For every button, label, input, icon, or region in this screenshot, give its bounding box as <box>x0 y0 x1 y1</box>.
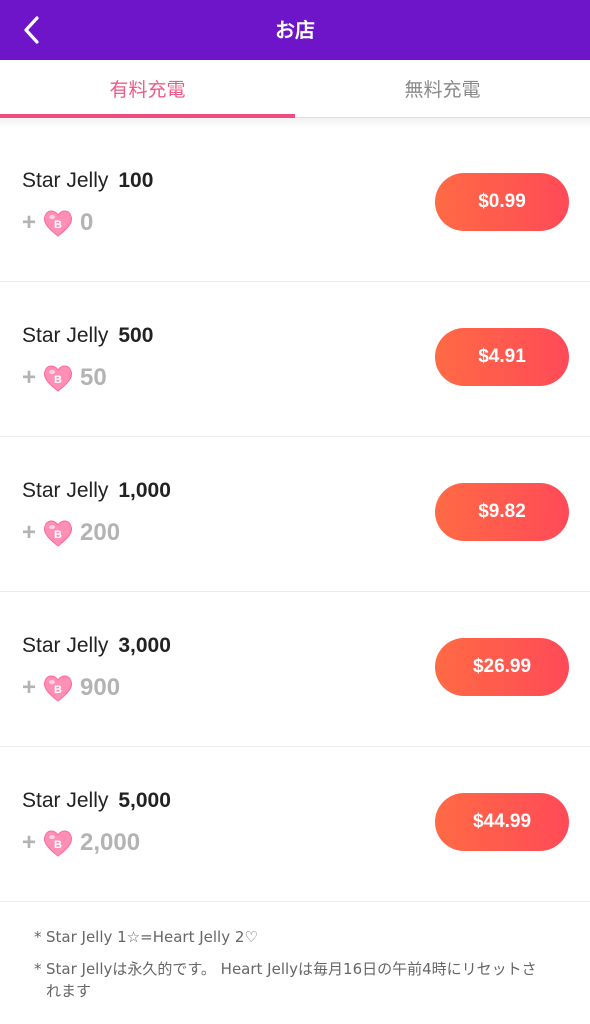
heart-icon-letter: B <box>54 529 62 541</box>
tab-paid-charge[interactable]: 有料充電 <box>0 60 295 118</box>
product-label: Star Jelly <box>22 789 109 812</box>
note-mark: * <box>34 960 42 978</box>
buy-button-500[interactable]: $4.91 <box>435 328 569 386</box>
heart-jelly-icon: B <box>44 365 73 392</box>
product-row-5000: Star Jelly 5,000 + B 2,000 $44.99 <box>0 747 590 902</box>
bonus-plus: + <box>22 519 37 546</box>
heart-icon-letter: B <box>54 219 62 231</box>
bonus-amount: 2,000 <box>80 829 141 856</box>
product-list: Star Jelly 100 + B 0 $0.99 Star Jelly 500 … <box>0 127 590 902</box>
product-amount: 5,000 <box>118 789 171 812</box>
bonus-info: + B 0 <box>22 207 93 239</box>
note-conversion: * Star Jelly 1☆=Heart Jelly 2♡ <box>34 926 550 948</box>
product-name: Star Jelly 3,000 <box>22 634 171 658</box>
notes-section: * Star Jelly 1☆=Heart Jelly 2♡ * Star Je… <box>0 902 590 1012</box>
product-name: Star Jelly 5,000 <box>22 789 171 813</box>
product-name: Star Jelly 100 <box>22 169 153 193</box>
tab-free-charge[interactable]: 無料充電 <box>295 60 590 118</box>
note-text: Star Jelly 1☆=Heart Jelly 2♡ <box>46 928 258 946</box>
product-label: Star Jelly <box>22 479 109 502</box>
bonus-plus: + <box>22 209 37 236</box>
heart-jelly-icon: B <box>44 210 73 237</box>
page-title: お店 <box>275 18 315 42</box>
bonus-info: + B 2,000 <box>22 827 140 859</box>
product-amount: 500 <box>118 324 154 347</box>
product-label: Star Jelly <box>22 169 109 192</box>
product-name: Star Jelly 500 <box>22 324 153 348</box>
bonus-amount: 50 <box>80 364 107 391</box>
app-header: お店 <box>0 0 590 60</box>
bonus-info: + B 900 <box>22 672 120 704</box>
product-name: Star Jelly 1,000 <box>22 479 171 503</box>
buy-button-5000[interactable]: $44.99 <box>435 793 569 851</box>
product-amount: 1,000 <box>118 479 171 502</box>
product-label: Star Jelly <box>22 634 109 657</box>
product-row-500: Star Jelly 500 + B 50 $4.91 <box>0 282 590 437</box>
bonus-plus: + <box>22 674 37 701</box>
product-amount: 100 <box>118 169 154 192</box>
heart-icon-letter: B <box>54 839 62 851</box>
buy-button-100[interactable]: $0.99 <box>435 173 569 231</box>
note-reset: * Star Jellyは永久的です。 Heart Jellyは毎月16日の午前… <box>34 958 550 1002</box>
product-row-1000: Star Jelly 1,000 + B 200 $9.82 <box>0 437 590 592</box>
bonus-amount: 0 <box>80 209 94 236</box>
bonus-amount: 900 <box>80 674 121 701</box>
heart-jelly-icon: B <box>44 520 73 547</box>
heart-icon-letter: B <box>54 684 62 696</box>
product-row-3000: Star Jelly 3,000 + B 900 $26.99 <box>0 592 590 747</box>
bonus-plus: + <box>22 364 37 391</box>
product-row-100: Star Jelly 100 + B 0 $0.99 <box>0 127 590 282</box>
heart-jelly-icon: B <box>44 675 73 702</box>
note-text: Star Jellyは永久的です。 Heart Jellyは毎月16日の午前4時… <box>46 960 537 1000</box>
buy-button-3000[interactable]: $26.99 <box>435 638 569 696</box>
bonus-plus: + <box>22 829 37 856</box>
bonus-info: + B 50 <box>22 362 107 394</box>
bonus-info: + B 200 <box>22 517 120 549</box>
bonus-amount: 200 <box>80 519 121 546</box>
product-label: Star Jelly <box>22 324 109 347</box>
heart-jelly-icon: B <box>44 830 73 857</box>
product-amount: 3,000 <box>118 634 171 657</box>
tab-bar: 有料充電 無料充電 <box>0 60 590 118</box>
heart-icon-letter: B <box>54 374 62 386</box>
buy-button-1000[interactable]: $9.82 <box>435 483 569 541</box>
note-mark: * <box>34 928 42 946</box>
